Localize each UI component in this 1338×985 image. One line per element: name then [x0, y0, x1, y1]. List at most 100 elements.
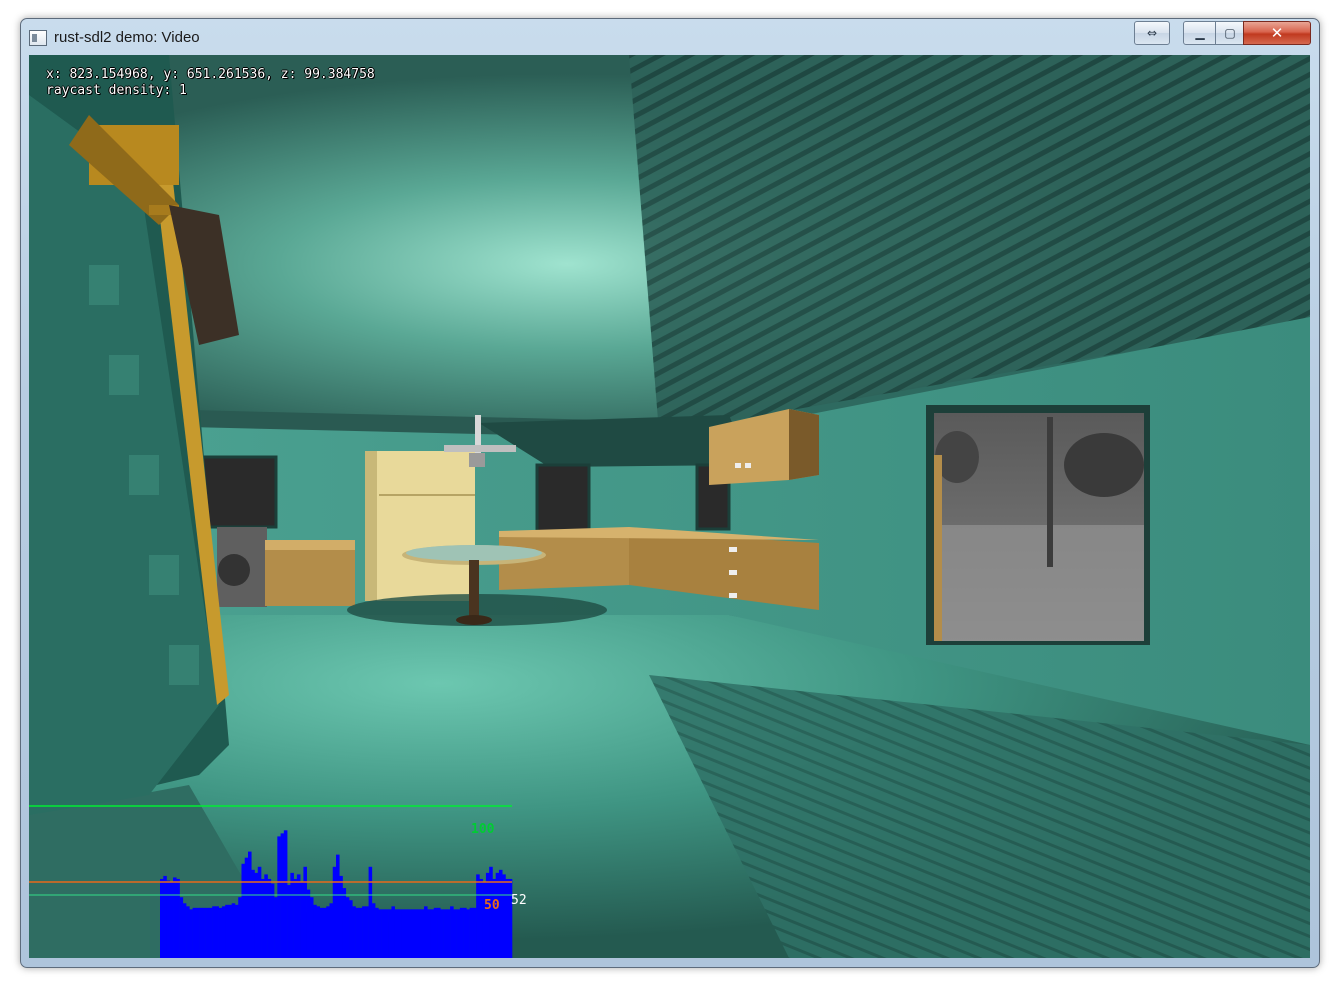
frame-time-bar — [469, 907, 474, 958]
frame-time-bar — [424, 906, 428, 958]
frame-time-bar — [179, 897, 184, 958]
frame-time-bar — [326, 906, 330, 958]
frame-time-bar — [322, 907, 327, 958]
frame-time-bars — [160, 830, 513, 958]
frame-time-bar — [508, 878, 513, 958]
frame-time-bar — [280, 833, 285, 958]
frame-time-bar — [404, 909, 408, 958]
minimize-button[interactable]: ▁ — [1183, 21, 1217, 45]
frame-time-bar — [492, 878, 496, 958]
frame-time-bar — [300, 882, 304, 958]
frame-time-bar — [274, 897, 278, 958]
app-window: rust-sdl2 demo: Video ⇔ ▁ ▢ ✕ x: 823.154… — [20, 18, 1320, 968]
frame-time-bar — [241, 863, 246, 958]
frame-time-bar — [212, 906, 216, 958]
frame-time-bar — [450, 906, 454, 958]
frame-time-bar — [293, 878, 298, 958]
frame-time-bar — [339, 875, 343, 958]
frame-time-bar — [495, 872, 500, 958]
frame-time-bar — [381, 909, 386, 958]
frame-time-bar — [476, 874, 480, 958]
frame-time-bar — [248, 851, 252, 958]
frame-time-bar — [443, 909, 448, 958]
frame-time-bar — [397, 909, 402, 958]
frame-time-bar — [166, 880, 171, 958]
frame-time-bar — [231, 903, 236, 958]
frame-time-bar — [479, 878, 483, 958]
frame-time-bar — [410, 909, 415, 958]
frame-time-bar — [342, 888, 347, 958]
frame-time-bar — [368, 866, 373, 958]
frame-time-bar — [375, 907, 379, 958]
frame-time-bar — [463, 907, 467, 958]
frame-time-bar — [316, 906, 320, 958]
frame-time-bar — [332, 866, 337, 958]
label-50: 50 — [484, 898, 500, 913]
frame-time-bar — [277, 836, 281, 958]
frame-time-bar — [313, 904, 317, 958]
frame-time-bar — [482, 882, 487, 958]
frame-time-bar — [202, 907, 206, 958]
frame-time-bar — [215, 906, 219, 958]
frame-time-bar — [384, 909, 389, 958]
maximize-button[interactable]: ▢ — [1215, 21, 1245, 45]
window-title: rust-sdl2 demo: Video — [54, 29, 200, 46]
frame-time-bar — [261, 878, 265, 958]
frame-time-bar — [472, 907, 477, 958]
game-viewport[interactable]: x: 823.154968, y: 651.261536, z: 99.3847… — [29, 55, 1310, 958]
frame-time-bar — [173, 877, 177, 958]
frame-time-bar — [218, 907, 223, 958]
frame-time-bar — [505, 878, 510, 958]
frame-time-bar — [244, 857, 249, 958]
frame-time-bar — [446, 909, 451, 958]
frame-time-bar — [160, 878, 164, 958]
frame-time-bar — [234, 904, 239, 958]
frame-time-bar — [345, 897, 350, 958]
frame-time-bar — [309, 897, 314, 958]
frame-time-bar — [283, 830, 288, 958]
frame-time-bar — [459, 907, 464, 958]
frame-time-bar — [394, 909, 399, 958]
frame-time-graph — [29, 805, 513, 958]
frame-time-bar — [355, 907, 360, 958]
title-bar[interactable]: rust-sdl2 demo: Video ⇔ ▁ ▢ ✕ — [21, 19, 1319, 55]
frame-time-bar — [199, 907, 203, 958]
close-icon: ✕ — [1270, 24, 1284, 42]
frame-time-bar — [228, 904, 232, 958]
frame-time-bar — [420, 909, 425, 958]
app-icon — [29, 30, 47, 46]
frame-time-bar — [336, 854, 340, 958]
frame-time-bar — [329, 903, 334, 958]
frame-time-bar — [437, 907, 441, 958]
density-readout: raycast density: 1 — [46, 83, 187, 98]
minimize-icon: ▁ — [1195, 26, 1205, 40]
frame-time-bar — [163, 875, 167, 958]
frame-time-bar — [287, 885, 291, 958]
frame-time-bar — [238, 897, 242, 958]
current-value-label: 52 — [511, 893, 527, 908]
maximize-icon: ▢ — [1224, 26, 1236, 40]
frame-time-bar — [427, 909, 431, 958]
frame-time-bar — [498, 869, 503, 958]
debug-overlay: x: 823.154968, y: 651.261536, z: 99.3847… — [46, 67, 375, 99]
frame-time-bar — [407, 909, 412, 958]
frame-time-bar — [306, 889, 311, 958]
frame-time-bar — [254, 872, 259, 958]
frame-time-bar — [414, 909, 418, 958]
frame-time-bar — [440, 909, 444, 958]
frame-time-bar — [352, 906, 356, 958]
frame-time-bar — [189, 909, 193, 958]
frame-time-bar — [456, 909, 461, 958]
frame-time-bar — [192, 907, 197, 958]
frame-time-bar — [186, 906, 190, 958]
frame-time-bar — [290, 872, 294, 958]
frame-time-bar — [466, 909, 470, 958]
snap-icon: ⇔ — [1146, 26, 1158, 40]
frame-time-bar — [205, 907, 210, 958]
frame-time-bar — [264, 874, 268, 958]
frame-time-bar — [303, 866, 307, 958]
frame-time-bar — [176, 878, 180, 958]
snap-button[interactable]: ⇔ — [1134, 21, 1170, 45]
close-button[interactable]: ✕ — [1243, 21, 1311, 45]
frame-time-bar — [169, 882, 174, 958]
